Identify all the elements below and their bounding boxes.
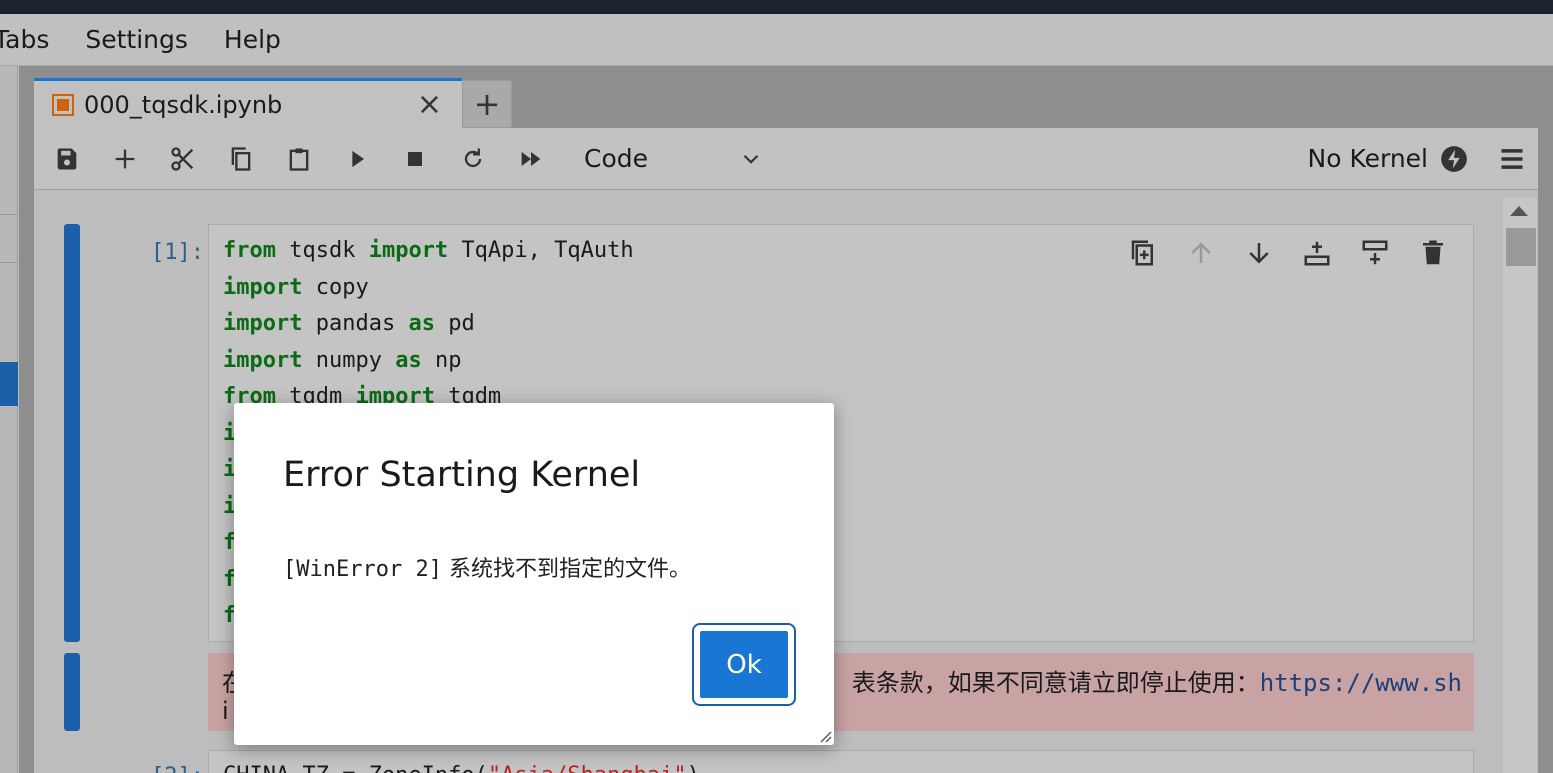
tab-notebook[interactable]: 000_tqsdk.ipynb × bbox=[34, 78, 462, 128]
code-keyword: import bbox=[368, 238, 449, 263]
cell-prompt: [1]: bbox=[151, 240, 204, 265]
error-code: [WinError 2] bbox=[283, 557, 442, 582]
restart-icon[interactable] bbox=[456, 142, 490, 176]
move-up-icon[interactable] bbox=[1183, 235, 1219, 271]
menu-bar: Tabs Settings Help bbox=[0, 14, 1553, 66]
duplicate-cell-icon[interactable] bbox=[1125, 235, 1161, 271]
code-line: import pandas as pd bbox=[223, 306, 634, 343]
code-text: CHINA_TZ = ZoneInfo( bbox=[223, 763, 488, 773]
code-keyword: as bbox=[395, 347, 422, 373]
code-line: import numpy as np bbox=[223, 343, 634, 380]
code-keyword: import bbox=[223, 311, 303, 336]
save-icon[interactable] bbox=[50, 142, 84, 176]
code-line: CHINA_TZ = ZoneInfo("Asia/Shanghai") bbox=[223, 763, 700, 773]
menu-help[interactable]: Help bbox=[206, 25, 299, 54]
menu-icon[interactable] bbox=[1498, 145, 1526, 173]
kernel-icon[interactable] bbox=[1440, 145, 1468, 173]
output-link[interactable]: https://www.sh bbox=[1260, 669, 1462, 697]
chevron-down-icon bbox=[743, 154, 759, 164]
output-collapser[interactable] bbox=[64, 653, 80, 731]
code-cell-editor[interactable]: CHINA_TZ = ZoneInfo("Asia/Shanghai") bbox=[208, 750, 1474, 773]
delete-cell-icon[interactable] bbox=[1415, 235, 1451, 271]
dialog-title: Error Starting Kernel bbox=[283, 455, 641, 495]
code-keyword: from bbox=[223, 238, 276, 263]
code-text: TqApi, TqAuth bbox=[448, 238, 634, 263]
cell-prompt: [2]: bbox=[124, 764, 204, 773]
output-text-end: 表条款，如果不同意请立即停止使用：https://www.sh bbox=[852, 663, 1462, 698]
move-down-icon[interactable] bbox=[1241, 235, 1277, 271]
paste-icon[interactable] bbox=[282, 142, 316, 176]
run-icon[interactable] bbox=[340, 142, 374, 176]
add-cell-icon[interactable] bbox=[108, 142, 142, 176]
run-all-icon[interactable] bbox=[514, 142, 548, 176]
cell-toolbar bbox=[1125, 235, 1451, 271]
sidebar-selected-item[interactable] bbox=[0, 362, 18, 406]
code-text: pd bbox=[434, 311, 475, 336]
ok-button[interactable]: Ok bbox=[700, 631, 788, 698]
error-message: 系统找不到指定的文件。 bbox=[441, 557, 691, 582]
scrollbar-thumb[interactable] bbox=[1506, 228, 1536, 266]
code-text: pandas bbox=[302, 311, 409, 336]
menu-tabs[interactable]: Tabs bbox=[0, 25, 67, 54]
code-text: copy bbox=[302, 274, 369, 300]
left-sidebar bbox=[0, 66, 18, 773]
cell-collapser[interactable] bbox=[64, 224, 80, 642]
error-dialog: Error Starting Kernel [WinError 2] 系统找不到… bbox=[234, 403, 834, 745]
close-icon[interactable]: × bbox=[417, 87, 442, 122]
code-keyword: import bbox=[223, 347, 303, 373]
menu-settings[interactable]: Settings bbox=[67, 25, 206, 54]
dialog-message: [WinError 2] 系统找不到指定的文件。 bbox=[283, 551, 691, 583]
code-text: ) bbox=[687, 763, 700, 773]
kernel-status[interactable]: No Kernel bbox=[1308, 142, 1428, 176]
output-notice-text: 表条款，如果不同意请立即停止使用： bbox=[851, 669, 1260, 697]
code-line: import copy bbox=[223, 270, 634, 307]
insert-below-icon[interactable] bbox=[1357, 235, 1393, 271]
notebook-toolbar: Code No Kernel bbox=[34, 128, 1538, 190]
code-text: np bbox=[421, 347, 462, 373]
cell-type-select[interactable]: Code bbox=[584, 142, 764, 176]
sidebar-divider bbox=[0, 214, 18, 215]
output-text-line2: i bbox=[222, 697, 229, 725]
notebook-icon bbox=[52, 93, 74, 116]
tab-title: 000_tqsdk.ipynb bbox=[84, 90, 283, 119]
window-top-bar bbox=[0, 0, 1553, 14]
insert-above-icon[interactable] bbox=[1299, 235, 1335, 271]
tab-strip: 000_tqsdk.ipynb × + bbox=[34, 78, 512, 128]
sidebar-divider bbox=[0, 262, 18, 263]
code-keyword: import bbox=[223, 274, 303, 300]
cell-type-value: Code bbox=[584, 144, 649, 173]
ok-button-focus-ring: Ok bbox=[692, 623, 796, 706]
new-tab-button[interactable]: + bbox=[462, 80, 512, 128]
scrollbar[interactable] bbox=[1503, 198, 1537, 773]
code-line: from tqsdk import TqApi, TqAuth bbox=[223, 233, 634, 270]
scroll-up-icon[interactable] bbox=[1510, 206, 1528, 216]
copy-icon[interactable] bbox=[224, 142, 258, 176]
stop-icon[interactable] bbox=[398, 142, 432, 176]
resize-handle-icon[interactable] bbox=[816, 727, 832, 743]
code-keyword: as bbox=[408, 311, 435, 336]
cut-icon[interactable] bbox=[166, 142, 200, 176]
code-text: tqsdk bbox=[275, 238, 369, 263]
code-text: numpy bbox=[302, 347, 396, 373]
code-string: "Asia/Shanghai" bbox=[488, 763, 687, 773]
